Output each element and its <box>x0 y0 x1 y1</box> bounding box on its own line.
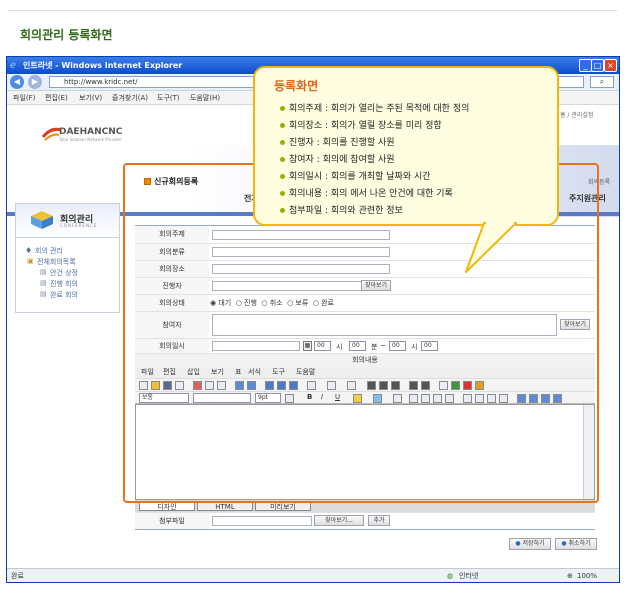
attach-add-button[interactable]: 추가 <box>368 515 390 526</box>
bullet-icon <box>280 191 285 196</box>
side-nav-header: 회의관리 CONFERENCE <box>16 204 119 238</box>
tree-item-all[interactable]: 전체회의목록 <box>37 257 76 267</box>
doc-icon: ▤ <box>40 268 47 276</box>
cancel-button[interactable]: ● 취소하기 <box>555 538 597 550</box>
menu-tools[interactable]: 도구(T) <box>157 91 180 105</box>
callout-item: 회의주제 : 회의가 열리는 주된 목적에 대한 정의 <box>280 101 469 114</box>
doc-icon: ▤ <box>40 279 47 287</box>
attach-input[interactable] <box>212 516 312 526</box>
menu-file[interactable]: 파일(F) <box>13 91 35 105</box>
callout-item: 첨부파일 : 회의와 관련한 정보 <box>280 203 403 216</box>
label-attach: 첨부파일 <box>135 513 209 529</box>
callout-item: 회의장소 : 회의가 열릴 장소를 미리 정함 <box>280 118 442 131</box>
tree-item-done[interactable]: 완료 회의 <box>50 290 78 300</box>
bullet-icon <box>280 123 285 128</box>
folder-icon: ▣ <box>27 257 34 265</box>
bullet-icon <box>280 174 285 179</box>
forward-button[interactable]: ▶ <box>28 75 42 89</box>
menu-edit[interactable]: 편집(E) <box>45 91 68 105</box>
callout-item-text: 회의장소 : 회의가 열릴 장소를 미리 정함 <box>289 121 442 131</box>
cancel-label: 취소하기 <box>568 540 591 547</box>
menu-help[interactable]: 도움말(H) <box>190 91 220 105</box>
doc-icon: ▤ <box>40 290 47 298</box>
status-zone: 인터넷 <box>459 572 479 580</box>
callout-item-text: 회의주제 : 회의가 열리는 주된 목적에 대한 정의 <box>289 104 470 114</box>
bullet-icon <box>280 106 285 111</box>
browser-status-bar: 완료 ◍ 인터넷 ⊕ 100% <box>7 568 619 582</box>
callout-item: 회의내용 : 회의 에서 나온 안건에 대한 기록 <box>280 186 453 199</box>
callout-item: 참여자 : 회의에 참여할 사원 <box>280 152 395 165</box>
attach-find-button[interactable]: 찾아보기... <box>314 515 364 526</box>
side-nav-subtitle: CONFERENCE <box>60 223 98 228</box>
callout-item-text: 회의일시 : 회의를 개최할 날짜와 시간 <box>289 172 431 182</box>
bulb-icon: ♦ <box>25 246 33 255</box>
cube-icon <box>31 211 53 229</box>
callout-item: 회의일시 : 회의를 개최할 날짜와 시간 <box>280 169 431 182</box>
callout-item-text: 회의내용 : 회의 에서 나온 안건에 대한 기록 <box>289 189 453 199</box>
zoom-level[interactable]: 100% <box>577 569 597 582</box>
callout-item-text: 진행자 : 회의를 진행할 사원 <box>289 138 395 148</box>
tree-root[interactable]: 회의 관리 <box>35 246 63 256</box>
cancel-arrow-icon: ● <box>561 540 567 547</box>
top-divider <box>8 10 617 11</box>
company-logo[interactable]: DAEHANCNC <box>59 127 122 137</box>
bullet-icon <box>280 157 285 162</box>
page-title: 회의관리 등록화면 <box>20 28 113 42</box>
menu-view[interactable]: 보기(V) <box>79 91 102 105</box>
zoom-icon[interactable]: ⊕ <box>567 569 573 582</box>
save-arrow-icon: ● <box>515 540 521 547</box>
callout-item: 진행자 : 회의를 진행할 사원 <box>280 135 395 148</box>
bullet-icon <box>280 208 285 213</box>
ie-logo-icon: ℯ <box>10 60 16 71</box>
close-button[interactable]: × <box>604 59 617 72</box>
window-title: 인트라넷 - Windows Internet Explorer <box>23 61 183 70</box>
callout-item-text: 첨부파일 : 회의와 관련한 정보 <box>289 206 403 216</box>
callout-item-text: 참여자 : 회의에 참여할 사원 <box>289 155 395 165</box>
side-nav: 회의관리 CONFERENCE ♦ 회의 관리 ▣ 전체회의목록 ▤ 안건 상정… <box>15 203 120 313</box>
callout-title: 등록화면 <box>274 79 319 93</box>
save-label: 저장하기 <box>522 540 545 547</box>
search-icon[interactable]: ⌕ <box>590 76 614 88</box>
address-text: http://www.kridc.net/ <box>64 78 138 86</box>
maximize-button[interactable]: □ <box>591 59 604 72</box>
save-button[interactable]: ● 저장하기 <box>509 538 551 550</box>
menu-favorites[interactable]: 즐겨찾기(A) <box>112 91 148 105</box>
tree-item-agenda[interactable]: 안건 상정 <box>50 268 78 278</box>
form-bottom-line <box>135 529 595 530</box>
status-text: 완료 <box>11 572 24 580</box>
tree-item-ongoing[interactable]: 진행 회의 <box>50 279 78 289</box>
util-links[interactable]: 홈 / 관리설정 <box>560 110 593 119</box>
bullet-icon <box>280 140 285 145</box>
back-button[interactable]: ◀ <box>10 75 24 89</box>
globe-icon: ◍ <box>447 572 454 580</box>
company-logo-sub: Total Solution Network Provider <box>59 137 122 142</box>
